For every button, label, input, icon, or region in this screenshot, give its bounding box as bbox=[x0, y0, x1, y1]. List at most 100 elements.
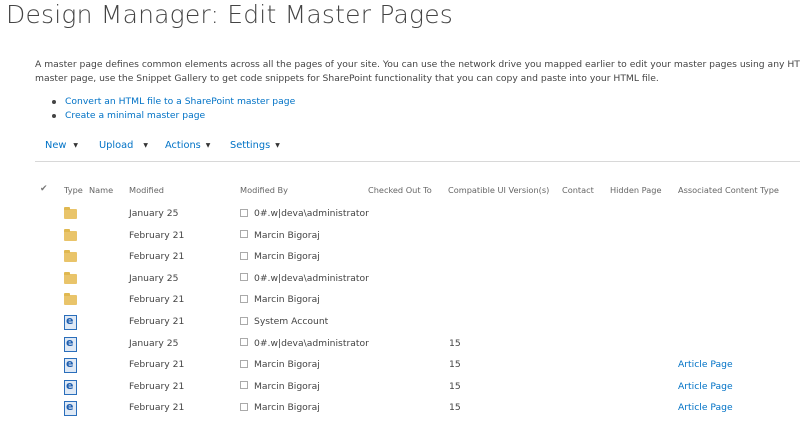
table-row[interactable]: January 25 0#.w|deva\administrator 15 bbox=[0, 335, 800, 357]
modified-by-name[interactable]: Marcin Bigoraj bbox=[254, 359, 320, 370]
help-links: Convert an HTML file to a SharePoint mas… bbox=[52, 95, 295, 123]
modified-by-cell[interactable]: Marcin Bigoraj bbox=[240, 359, 320, 370]
modified-by-cell[interactable]: 0#.w|deva\administrator bbox=[240, 273, 369, 284]
column-header-compatible-ui[interactable]: Compatible UI Version(s) bbox=[448, 185, 549, 195]
folder-icon[interactable] bbox=[64, 293, 77, 306]
settings-menu-label: Settings bbox=[230, 140, 271, 151]
bullet-icon bbox=[52, 100, 56, 104]
table-row[interactable]: February 21 Marcin Bigoraj 15 Article Page bbox=[0, 356, 800, 378]
modified-cell: February 21 bbox=[129, 359, 185, 371]
chevron-down-icon: ▼ bbox=[205, 142, 211, 149]
actions-menu[interactable]: Actions ▼ bbox=[165, 140, 210, 151]
table-row[interactable]: January 25 0#.w|deva\administrator bbox=[0, 270, 800, 292]
modified-by-cell[interactable]: 0#.w|deva\administrator bbox=[240, 208, 369, 219]
folder-icon[interactable] bbox=[64, 228, 77, 241]
table-row[interactable]: February 21 Marcin Bigoraj 15 Article Page bbox=[0, 378, 800, 400]
presence-icon bbox=[240, 230, 248, 239]
associated-content-type-link[interactable]: Article Page bbox=[678, 381, 733, 392]
html-file-icon[interactable] bbox=[64, 357, 77, 374]
upload-menu-label: Upload bbox=[99, 140, 134, 151]
modified-by-cell[interactable]: System Account bbox=[240, 316, 328, 327]
modified-by-cell[interactable]: Marcin Bigoraj bbox=[240, 251, 320, 262]
actions-menu-label: Actions bbox=[165, 140, 201, 151]
modified-cell: January 25 bbox=[129, 272, 179, 284]
modified-by-name[interactable]: Marcin Bigoraj bbox=[254, 294, 320, 305]
table-row[interactable]: February 21 Marcin Bigoraj bbox=[0, 248, 800, 270]
html-file-icon[interactable] bbox=[64, 336, 77, 352]
folder-icon[interactable] bbox=[64, 207, 77, 219]
modified-cell: February 21 bbox=[129, 229, 185, 241]
create-minimal-master-link[interactable]: Create a minimal master page bbox=[65, 109, 205, 123]
column-header-modified[interactable]: Modified bbox=[129, 185, 164, 195]
chevron-down-icon: ▼ bbox=[275, 142, 280, 149]
folder-icon[interactable] bbox=[64, 250, 77, 263]
modified-by-name[interactable]: Marcin Bigoraj bbox=[254, 402, 320, 413]
html-file-icon[interactable] bbox=[64, 314, 77, 330]
page-description: A master page defines common elements ac… bbox=[35, 58, 800, 86]
column-header-checked-out-to[interactable]: Checked Out To bbox=[368, 185, 432, 195]
modified-by-cell[interactable]: Marcin Bigoraj bbox=[240, 402, 320, 413]
compatible-ui-cell: 15 bbox=[449, 359, 461, 371]
html-file-icon[interactable] bbox=[64, 400, 77, 417]
select-all-checkmark-icon[interactable]: ✔ bbox=[40, 184, 48, 194]
associated-content-type-link[interactable]: Article Page bbox=[678, 402, 733, 413]
presence-icon bbox=[240, 316, 248, 325]
presence-icon bbox=[240, 359, 248, 368]
presence-icon bbox=[240, 381, 248, 390]
presence-icon bbox=[240, 251, 248, 260]
modified-cell: January 25 bbox=[129, 337, 179, 349]
help-link-item: Create a minimal master page bbox=[52, 109, 295, 123]
modified-cell: February 21 bbox=[129, 294, 185, 306]
modified-by-name[interactable]: 0#.w|deva\administrator bbox=[254, 273, 369, 284]
modified-by-cell[interactable]: 0#.w|deva\administrator bbox=[240, 338, 369, 349]
description-line-2: master page, use the Snippet Gallery to … bbox=[35, 73, 659, 84]
modified-cell: February 21 bbox=[129, 316, 185, 327]
presence-icon bbox=[240, 273, 248, 282]
modified-cell: January 25 bbox=[129, 208, 179, 219]
column-header-type[interactable]: Type bbox=[64, 185, 83, 195]
modified-by-name[interactable]: 0#.w|deva\administrator bbox=[254, 338, 369, 349]
column-header-name[interactable]: Name bbox=[89, 185, 113, 195]
upload-menu[interactable]: Upload ▼ bbox=[99, 140, 148, 151]
modified-by-name[interactable]: Marcin Bigoraj bbox=[254, 381, 320, 392]
modified-cell: February 21 bbox=[129, 380, 185, 392]
new-menu-label: New bbox=[45, 140, 67, 151]
compatible-ui-cell: 15 bbox=[449, 380, 461, 392]
table-row[interactable]: February 21 System Account bbox=[0, 313, 800, 335]
compatible-ui-cell: 15 bbox=[449, 337, 461, 349]
description-line-1: A master page defines common elements ac… bbox=[35, 59, 800, 70]
convert-html-link[interactable]: Convert an HTML file to a SharePoint mas… bbox=[65, 95, 295, 109]
associated-content-type-link[interactable]: Article Page bbox=[678, 359, 733, 370]
help-link-item: Convert an HTML file to a SharePoint mas… bbox=[52, 95, 295, 109]
modified-by-name[interactable]: 0#.w|deva\administrator bbox=[254, 208, 369, 219]
modified-cell: February 21 bbox=[129, 251, 185, 263]
modified-by-cell[interactable]: Marcin Bigoraj bbox=[240, 381, 320, 392]
toolbar-divider bbox=[35, 161, 800, 162]
column-header-hidden-page[interactable]: Hidden Page bbox=[610, 185, 661, 195]
table-row[interactable]: February 21 Marcin Bigoraj bbox=[0, 291, 800, 313]
modified-by-cell[interactable]: Marcin Bigoraj bbox=[240, 294, 320, 305]
settings-menu[interactable]: Settings ▼ bbox=[230, 140, 280, 151]
chevron-down-icon: ▼ bbox=[73, 142, 78, 149]
modified-by-cell[interactable]: Marcin Bigoraj bbox=[240, 230, 320, 241]
new-menu[interactable]: New ▼ bbox=[45, 140, 78, 151]
presence-icon bbox=[240, 208, 248, 217]
modified-by-name[interactable]: Marcin Bigoraj bbox=[254, 251, 320, 262]
table-row[interactable]: February 21 Marcin Bigoraj bbox=[0, 227, 800, 249]
modified-by-name[interactable]: Marcin Bigoraj bbox=[254, 230, 320, 241]
bullet-icon bbox=[52, 114, 56, 118]
presence-icon bbox=[240, 294, 248, 303]
presence-icon bbox=[240, 402, 248, 411]
table-row[interactable]: January 25 0#.w|deva\administrator bbox=[0, 205, 800, 227]
chevron-down-icon: ▼ bbox=[143, 142, 148, 149]
column-header-modified-by[interactable]: Modified By bbox=[240, 185, 288, 195]
column-header-contact[interactable]: Contact bbox=[562, 185, 594, 195]
table-row[interactable]: February 21 Marcin Bigoraj 15 Article Page bbox=[0, 399, 800, 421]
column-header-associated-content-type[interactable]: Associated Content Type bbox=[678, 185, 779, 195]
modified-by-name[interactable]: System Account bbox=[254, 316, 328, 327]
presence-icon bbox=[240, 338, 248, 347]
html-file-icon[interactable] bbox=[64, 379, 77, 395]
folder-icon[interactable] bbox=[64, 271, 77, 284]
compatible-ui-cell: 15 bbox=[449, 402, 461, 414]
modified-cell: February 21 bbox=[129, 402, 185, 414]
